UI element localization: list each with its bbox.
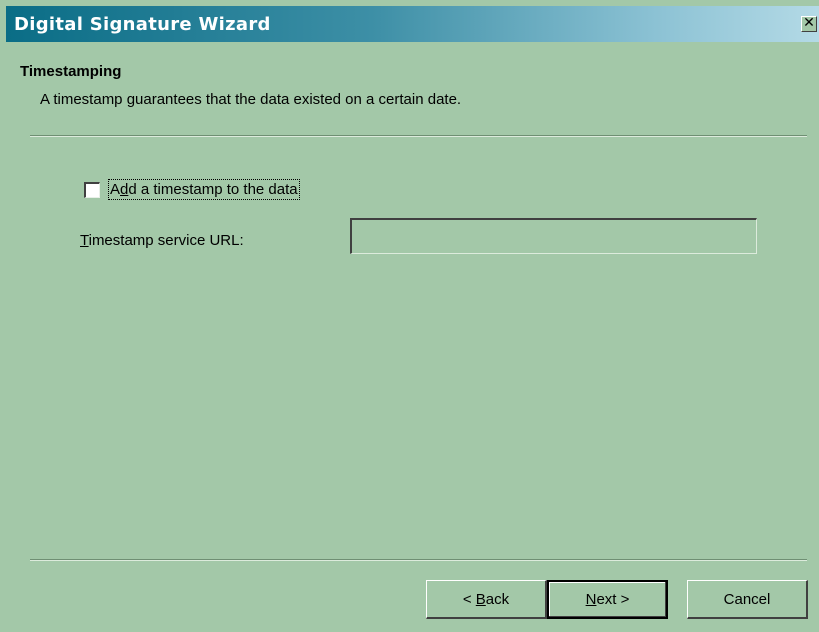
title-bar[interactable]: Digital Signature Wizard ✕ [6,6,819,42]
cancel-button[interactable]: Cancel [687,580,808,619]
close-icon[interactable]: ✕ [801,16,817,32]
window-title: Digital Signature Wizard [14,14,271,35]
add-timestamp-checkbox[interactable] [84,182,100,198]
page-description: A timestamp guarantees that the data exi… [40,91,462,108]
back-button[interactable]: < Back [426,580,547,619]
digital-signature-wizard-window: Digital Signature Wizard ✕ Timestamping … [0,0,819,632]
footer-separator [30,559,807,561]
add-timestamp-label[interactable]: Add a timestamp to the data [108,179,300,200]
wizard-page: Timestamping A timestamp guarantees that… [6,42,819,632]
page-title: Timestamping [20,63,122,80]
timestamp-url-label: Timestamp service URL: [80,232,244,249]
header-separator [30,135,807,137]
next-button[interactable]: Next > [547,580,668,619]
timestamp-url-input[interactable] [350,218,757,254]
